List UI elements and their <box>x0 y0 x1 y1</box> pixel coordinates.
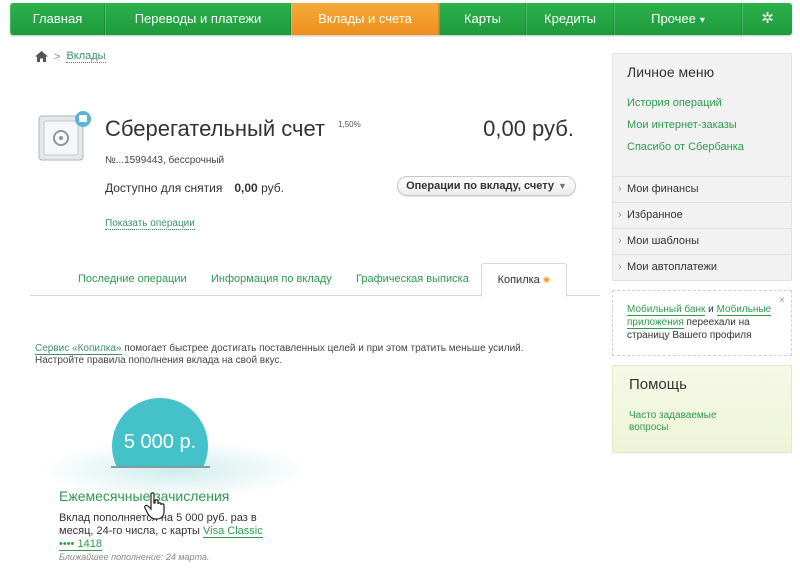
home-icon[interactable] <box>35 51 48 62</box>
mobile-bank-link[interactable]: Мобильный банк <box>627 304 706 316</box>
mobile-notice-text: Мобильный банк и Мобильные приложения пе… <box>627 303 777 342</box>
available-currency: руб. <box>261 181 284 195</box>
account-title: Сберегательный счет <box>105 116 326 141</box>
kopilka-amount: 5 000 р. <box>123 431 197 453</box>
breadcrumb-link-deposits[interactable]: Вклады <box>66 50 106 63</box>
tab-kopilka[interactable]: Копилка ✺ <box>481 263 567 297</box>
account-amount: 0,00 руб. <box>483 116 574 141</box>
personal-menu-title: Личное меню <box>627 64 715 80</box>
nav-credits[interactable]: Кредиты <box>526 3 614 35</box>
safe-icon <box>38 111 91 161</box>
nav-deposits[interactable]: Вклады и счета <box>291 3 439 35</box>
show-operations-link[interactable]: Показать операции <box>105 218 195 230</box>
next-deposit-note: Ближайшее пополнение: 24 марта. <box>59 552 210 562</box>
main-nav: Главная Переводы и платежи Вклады и счет… <box>10 3 792 35</box>
sidebar-item-finances[interactable]: Мои финансы <box>613 176 791 202</box>
monthly-deposits-text: Вклад пополняется на 5 000 руб. раз в ме… <box>59 512 279 551</box>
available-value: 0,00 <box>234 181 258 195</box>
sun-icon: ✺ <box>542 275 551 285</box>
operations-dropdown-button[interactable]: Операции по вкладу, счету ▼ <box>397 176 576 196</box>
tab-deposit-info[interactable]: Информация по вкладу <box>211 273 332 285</box>
tab-kopilka-label: Копилка <box>497 274 540 286</box>
kopilka-circle-base <box>111 466 210 468</box>
help-title: Помощь <box>629 376 687 393</box>
help-box: Помощь Часто задаваемые вопросы <box>612 365 792 453</box>
nav-other-label: Прочее <box>651 11 696 26</box>
nav-cards[interactable]: Карты <box>439 3 526 35</box>
operations-label: Операции по вкладу, счету <box>406 180 554 192</box>
tab-bar: Последние операции Информация по вкладу … <box>30 263 600 297</box>
gear-icon[interactable]: ✲ <box>742 3 792 35</box>
account-rate: 1,50% <box>338 120 361 129</box>
mobile-and: и <box>705 304 717 315</box>
sidebar-link-spasibo[interactable]: Спасибо от Сбербанка <box>627 141 744 153</box>
nav-other[interactable]: Прочее ▾ <box>614 3 742 35</box>
tab-recent-operations[interactable]: Последние операции <box>78 273 187 285</box>
kopilka-service-link[interactable]: Сервис «Копилка» <box>35 343 122 355</box>
close-icon[interactable]: × <box>779 295 785 306</box>
kopilka-description: Сервис «Копилка» помогает быстрее достиг… <box>35 343 575 367</box>
account-number: №...1599443, бессрочный <box>105 155 225 166</box>
sidebar-item-autopayments[interactable]: Мои автоплатежи <box>613 254 791 280</box>
hand-cursor-icon <box>144 492 165 520</box>
mobile-notice: × Мобильный банк и Мобильные приложения … <box>612 290 792 356</box>
nav-transfers[interactable]: Переводы и платежи <box>105 3 291 35</box>
personal-menu: Личное меню История операций Мои интерне… <box>612 53 792 281</box>
sidebar-item-templates[interactable]: Мои шаблоны <box>613 228 791 254</box>
tab-graphic-statement[interactable]: Графическая выписка <box>356 273 469 285</box>
faq-link[interactable]: Часто задаваемые вопросы <box>629 410 749 434</box>
sidebar-item-favorites[interactable]: Избранное <box>613 202 791 228</box>
sidebar-link-history[interactable]: История операций <box>627 97 722 109</box>
breadcrumb-separator: > <box>54 50 61 63</box>
available-label: Доступно для снятия <box>105 181 223 195</box>
breadcrumb: > Вклады <box>35 50 106 63</box>
nav-home[interactable]: Главная <box>10 3 105 35</box>
chevron-down-icon: ▾ <box>699 15 705 26</box>
available-balance: Доступно для снятия 0,00 руб. <box>105 181 284 195</box>
sidebar-link-orders[interactable]: Мои интернет-заказы <box>627 119 737 131</box>
chevron-down-icon: ▼ <box>558 181 567 191</box>
